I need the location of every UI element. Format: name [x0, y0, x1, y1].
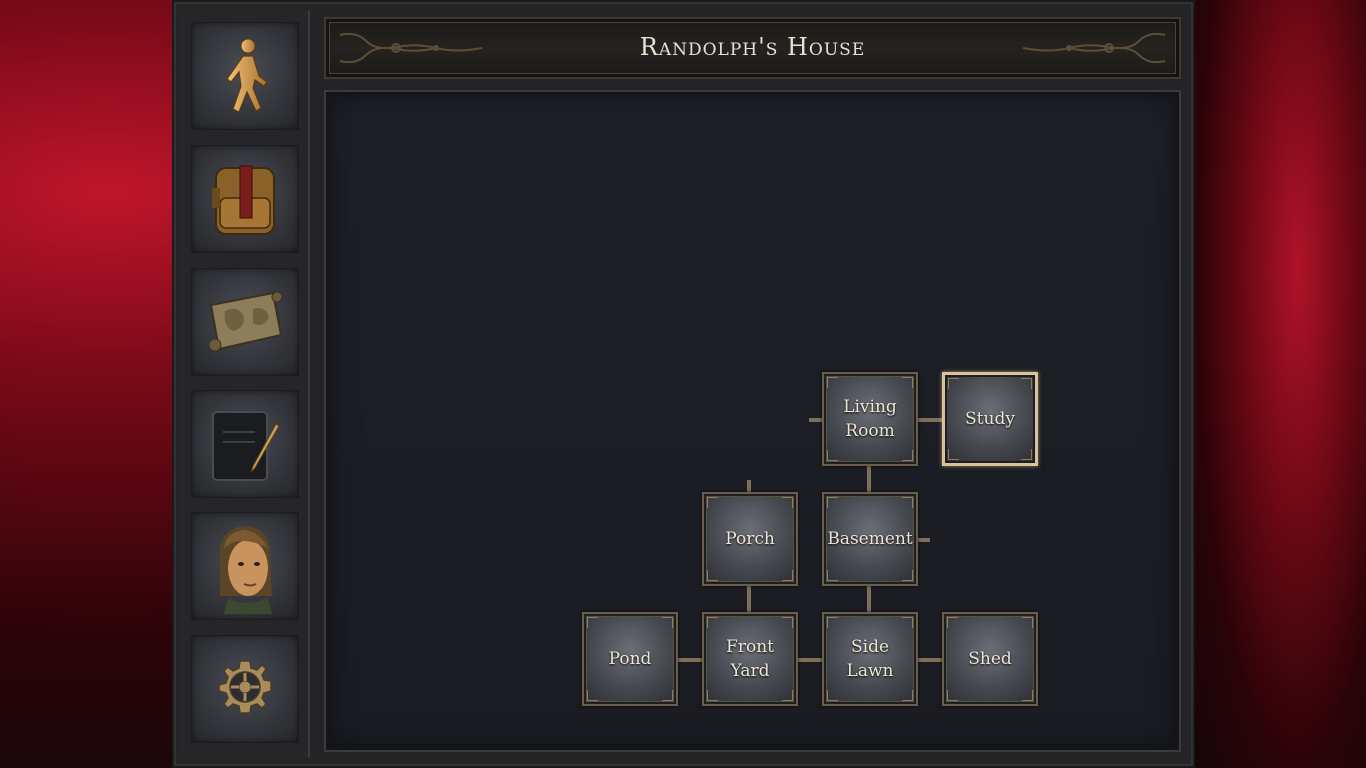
- room-label: Side Lawn: [846, 637, 894, 681]
- connector: [918, 418, 942, 422]
- connector: [918, 538, 930, 542]
- connector: [798, 658, 822, 662]
- walk-icon: [226, 38, 268, 113]
- room-shed[interactable]: Shed: [942, 612, 1038, 706]
- room-label: Basement: [827, 529, 913, 549]
- room-basement[interactable]: Basement: [822, 492, 918, 586]
- room-label: Living Room: [843, 397, 897, 441]
- room-side-lawn[interactable]: Side Lawn: [822, 612, 918, 706]
- connector: [867, 466, 871, 492]
- connector: [918, 658, 942, 662]
- location-title-bar: Randolph's House: [324, 17, 1181, 79]
- settings-button[interactable]: [191, 635, 299, 743]
- inventory-button[interactable]: [191, 145, 299, 253]
- room-front-yard[interactable]: Front Yard: [702, 612, 798, 706]
- connector: [747, 480, 751, 492]
- map-scroll-icon: [208, 291, 283, 352]
- sidebar: [178, 10, 310, 758]
- backpack-icon: [212, 165, 275, 235]
- room-label: Study: [965, 409, 1015, 429]
- background-right: [1195, 0, 1366, 768]
- room-pond[interactable]: Pond: [582, 612, 678, 706]
- character-button[interactable]: [191, 512, 299, 620]
- room-label: Porch: [725, 529, 775, 549]
- walk-button[interactable]: [191, 22, 299, 130]
- connector: [867, 586, 871, 612]
- room-porch[interactable]: Porch: [702, 492, 798, 586]
- gear-icon: [218, 660, 272, 714]
- filigree-right-ornament: [1022, 32, 1166, 64]
- room-living-room[interactable]: Living Room: [822, 372, 918, 466]
- room-study[interactable]: Study: [942, 372, 1038, 466]
- journal-button[interactable]: [191, 390, 299, 498]
- connector: [809, 418, 823, 422]
- connector: [678, 658, 702, 662]
- room-label: Shed: [968, 649, 1012, 669]
- character-portrait: [219, 526, 272, 614]
- connector: [747, 586, 751, 612]
- room-label: Front Yard: [726, 637, 774, 681]
- room-label: Pond: [608, 649, 652, 669]
- map-button[interactable]: [191, 268, 299, 376]
- journal-icon: [212, 411, 280, 481]
